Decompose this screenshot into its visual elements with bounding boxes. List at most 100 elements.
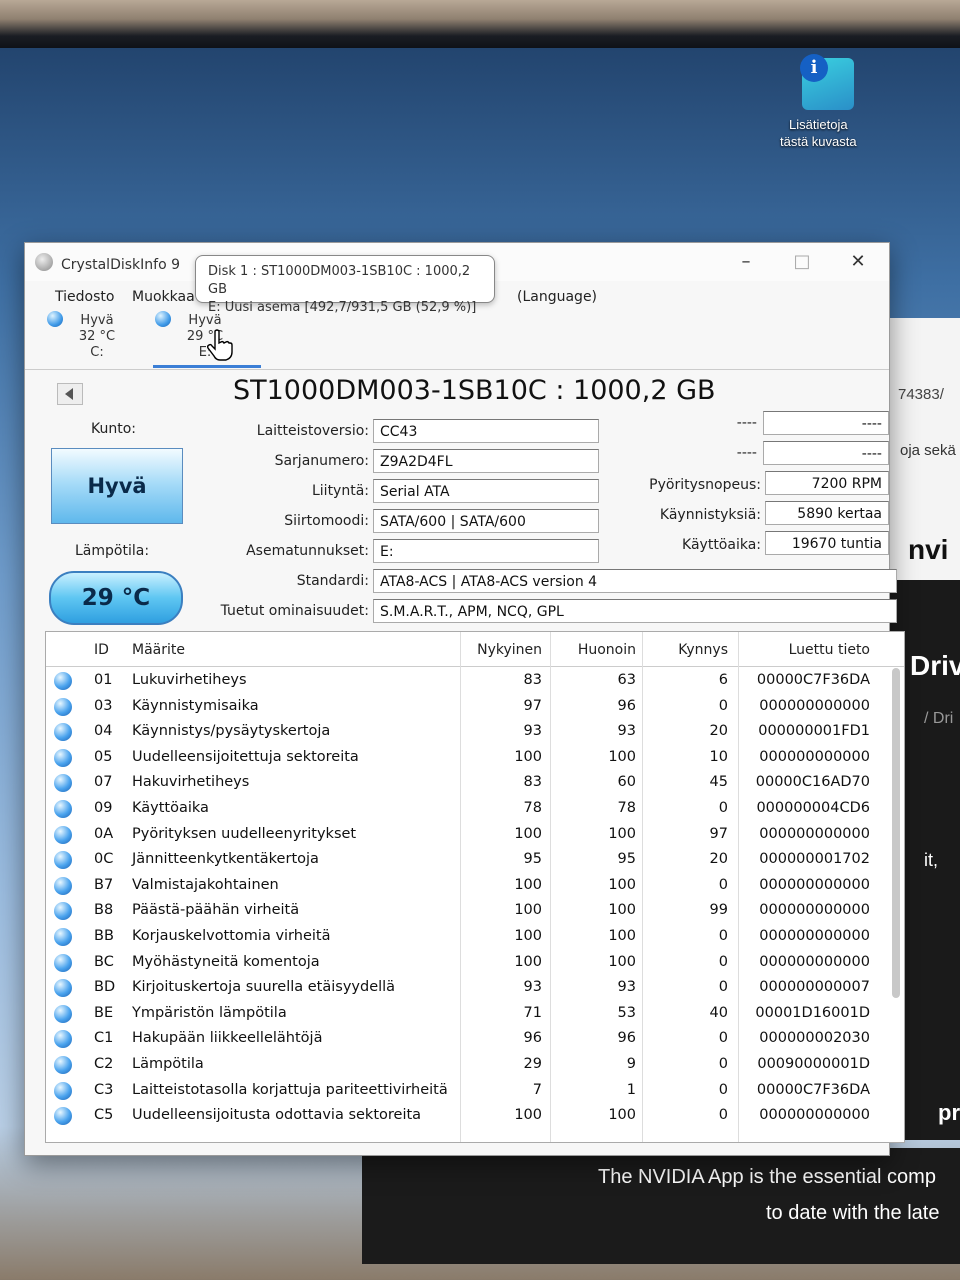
cell-current: 83 <box>523 774 542 791</box>
drive-tooltip: Disk 1 : ST1000DM003-1SB10C : 1000,2 GB … <box>195 255 495 315</box>
bg-text-fragment: oja sekä <box>900 442 956 459</box>
cell-attr: Lämpötila <box>132 1056 204 1072</box>
cell-id: B7 <box>94 876 114 893</box>
table-row[interactable]: BE Ympäristön lämpötila 71 53 40 00001D16001D <box>46 1001 904 1027</box>
cell-current: 29 <box>523 1056 542 1072</box>
status-dot-icon <box>54 1030 72 1049</box>
table-row[interactable]: 0C Jännitteenkytkentäkertoja 95 95 20 0000000… <box>46 847 904 873</box>
col-current[interactable]: Nykyinen <box>460 642 542 658</box>
picture-icon: i <box>800 54 854 110</box>
col-id[interactable]: ID <box>94 642 109 658</box>
previous-disk-button[interactable] <box>57 383 83 405</box>
drive-tab-e[interactable]: Hyvä 29 °C E: <box>155 311 245 371</box>
cell-threshold: 0 <box>718 1081 728 1098</box>
cell-threshold: 10 <box>709 748 728 765</box>
status-dot-icon <box>54 672 72 690</box>
standard-label: Standardi: <box>296 573 369 589</box>
crystaldiskinfo-window: CrystalDiskInfo 9 – □ ✕ Tiedosto Muokkaa… <box>24 242 905 1156</box>
maximize-button[interactable]: □ <box>787 249 817 275</box>
cell-current: 100 <box>514 825 542 842</box>
cell-worst: 93 <box>617 723 636 740</box>
cell-attr: Hakuvirhetiheys <box>132 774 250 791</box>
close-button[interactable]: ✕ <box>843 249 873 275</box>
desktop-icon-label: Lisätietoja tästä kuvasta <box>780 116 857 150</box>
app-icon <box>35 253 53 271</box>
menu-language[interactable]: (Language) <box>517 289 597 305</box>
separator <box>25 369 889 370</box>
temperature-label: Lämpötila: <box>75 543 150 559</box>
table-row[interactable]: C1 Hakupään liikkeellelähtöjä 96 96 0 0000000… <box>46 1026 904 1052</box>
cell-raw: 000000002030 <box>759 1030 870 1047</box>
desktop-spotlight-icon[interactable]: i Lisätietoja tästä kuvasta <box>780 54 876 149</box>
cell-current: 100 <box>514 1107 542 1124</box>
power-on-count-label: Käynnistyksiä: <box>659 507 761 523</box>
col-raw[interactable]: Luettu tieto <box>746 642 870 658</box>
health-status-button[interactable]: Hyvä <box>51 448 183 524</box>
col-threshold[interactable]: Kynnys <box>648 642 728 658</box>
cell-threshold: 0 <box>718 953 728 970</box>
minimize-button[interactable]: – <box>731 249 761 275</box>
col-worst[interactable]: Huonoin <box>554 642 636 658</box>
cell-id: BB <box>94 928 114 944</box>
status-dot-icon <box>54 979 72 998</box>
cell-attr: Myöhästyneitä komentoja <box>132 953 320 970</box>
cell-attr: Kirjoituskertoja suurella etäisyydellä <box>132 979 396 996</box>
cell-threshold: 0 <box>718 876 728 893</box>
cell-worst: 78 <box>617 800 636 816</box>
table-row[interactable]: 03 Käynnistymisaika 97 96 0 000000000000 <box>46 694 904 720</box>
table-scrollbar[interactable] <box>892 668 900 998</box>
smart-attributes-table: ID Määrite Nykyinen Huonoin Kynnys Luett… <box>45 631 905 1143</box>
cell-attr: Jännitteenkytkentäkertoja <box>132 851 319 868</box>
col-attribute[interactable]: Määrite <box>132 642 185 658</box>
table-row[interactable]: C5 Uudelleensijoitusta odottavia sektorei… <box>46 1103 904 1129</box>
table-row[interactable]: B7 Valmistajakohtainen 100 100 0 000000000000 <box>46 873 904 899</box>
table-row[interactable]: 05 Uudelleensijoitettuja sektoreita 100 100… <box>46 745 904 771</box>
cell-current: 100 <box>514 748 542 765</box>
table-row[interactable]: 09 Käyttöaika 78 78 0 000000004CD6 <box>46 796 904 822</box>
menu-file[interactable]: Tiedosto <box>55 289 114 305</box>
cell-worst: 60 <box>617 774 636 791</box>
status-dot-icon <box>54 1107 72 1126</box>
cell-raw: 000000000000 <box>759 825 870 842</box>
table-row[interactable]: BB Korjauskelvottomia virheitä 100 100 0 0000… <box>46 924 904 950</box>
bg-text-fragment: Driv <box>910 650 960 681</box>
table-row[interactable]: 04 Käynnistys/pysäytyskertoja 93 93 20 000000… <box>46 719 904 745</box>
cell-threshold: 20 <box>709 723 728 740</box>
table-row[interactable]: 0A Pyörityksen uudelleenyritykset 100 100 97… <box>46 822 904 848</box>
temperature-badge[interactable]: 29 °C <box>49 571 183 625</box>
menu-edit[interactable]: Muokkaa <box>132 289 195 305</box>
table-row[interactable]: C3 Laitteistotasolla korjattuja pariteett… <box>46 1078 904 1104</box>
cell-id: 05 <box>94 748 113 765</box>
drive-tab-c[interactable]: Hyvä 32 °C C: <box>47 311 137 371</box>
features-field: S.M.A.R.T., APM, NCQ, GPL <box>373 599 897 623</box>
table-row[interactable]: BD Kirjoituskertoja suurella etäisyydellä… <box>46 975 904 1001</box>
cell-id: 04 <box>94 723 113 740</box>
desktop-icon-label-line2: tästä kuvasta <box>780 134 857 149</box>
cell-id: BE <box>94 1004 114 1021</box>
cell-raw: 00090000001D <box>757 1056 870 1072</box>
cell-attr: Laitteistotasolla korjattuja pariteettiv… <box>132 1081 448 1098</box>
status-dot-icon <box>54 851 72 870</box>
drive-letter-label: Asematunnukset: <box>246 543 369 559</box>
cell-attr: Uudelleensijoitettuja sektoreita <box>132 748 359 765</box>
table-row[interactable]: C2 Lämpötila 29 9 0 00090000001D <box>46 1052 904 1078</box>
drive-letter-field: E: <box>373 539 599 563</box>
cell-worst: 100 <box>608 928 636 944</box>
interface-label: Liityntä: <box>311 483 369 499</box>
cell-worst: 95 <box>617 851 636 868</box>
cell-raw: 000000001702 <box>759 851 870 868</box>
table-row[interactable]: 07 Hakuvirhetiheys 83 60 45 00000C16AD70 <box>46 770 904 796</box>
cell-current: 71 <box>523 1004 542 1021</box>
cell-raw: 000000004CD6 <box>756 800 870 816</box>
table-row[interactable]: 01 Lukuvirhetiheys 83 63 6 00000C7F36DA <box>46 668 904 694</box>
table-row[interactable]: BC Myöhästyneitä komentoja 100 100 0 00000000… <box>46 950 904 976</box>
features-label: Tuetut ominaisuudet: <box>220 603 369 619</box>
cell-raw: 000000000000 <box>759 928 870 944</box>
cell-threshold: 0 <box>718 1107 728 1124</box>
cell-attr: Käynnistys/pysäytyskertoja <box>132 723 331 740</box>
cell-attr: Uudelleensijoitusta odottavia sektoreita <box>132 1107 422 1124</box>
drive-temp: 29 °C <box>186 329 224 344</box>
cell-attr: Ympäristön lämpötila <box>132 1004 287 1021</box>
table-row[interactable]: B8 Päästä-päähän virheitä 100 100 99 00000000… <box>46 898 904 924</box>
nvidia-banner: The NVIDIA App is the essential comp to … <box>362 1148 960 1264</box>
